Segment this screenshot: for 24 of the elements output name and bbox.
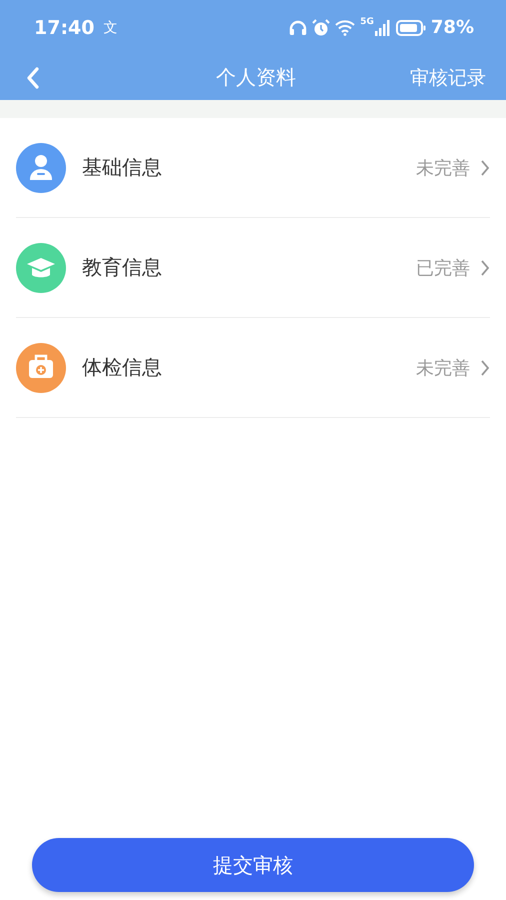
chevron-right-icon bbox=[480, 358, 490, 376]
status-time: 17:40 bbox=[34, 16, 94, 38]
item-status: 未完善 bbox=[416, 156, 470, 180]
item-status: 未完善 bbox=[416, 356, 470, 380]
notification-glyph: 文 bbox=[103, 18, 118, 36]
item-label: 体检信息 bbox=[82, 354, 163, 381]
info-list-item[interactable]: 体检信息 未完善 bbox=[16, 318, 490, 418]
signal-icon bbox=[374, 20, 391, 36]
info-list-item[interactable]: 基础信息 未完善 bbox=[16, 118, 490, 218]
alarm-icon bbox=[312, 18, 330, 36]
item-status: 已完善 bbox=[416, 256, 470, 280]
wifi-icon bbox=[335, 20, 356, 36]
back-icon[interactable] bbox=[26, 66, 40, 88]
network-label: 5G bbox=[360, 17, 374, 27]
info-list-item[interactable]: 教育信息 已完善 bbox=[16, 218, 490, 318]
headphones-icon bbox=[289, 20, 308, 36]
battery-icon bbox=[396, 20, 426, 36]
item-label: 教育信息 bbox=[82, 254, 163, 281]
chevron-right-icon bbox=[480, 258, 490, 276]
page-title: 个人资料 bbox=[216, 64, 296, 91]
battery-percent: 78% bbox=[430, 17, 474, 38]
submit-review-button[interactable]: 提交审核 bbox=[32, 838, 474, 892]
item-label: 基础信息 bbox=[82, 154, 163, 181]
chevron-right-icon bbox=[480, 158, 490, 176]
